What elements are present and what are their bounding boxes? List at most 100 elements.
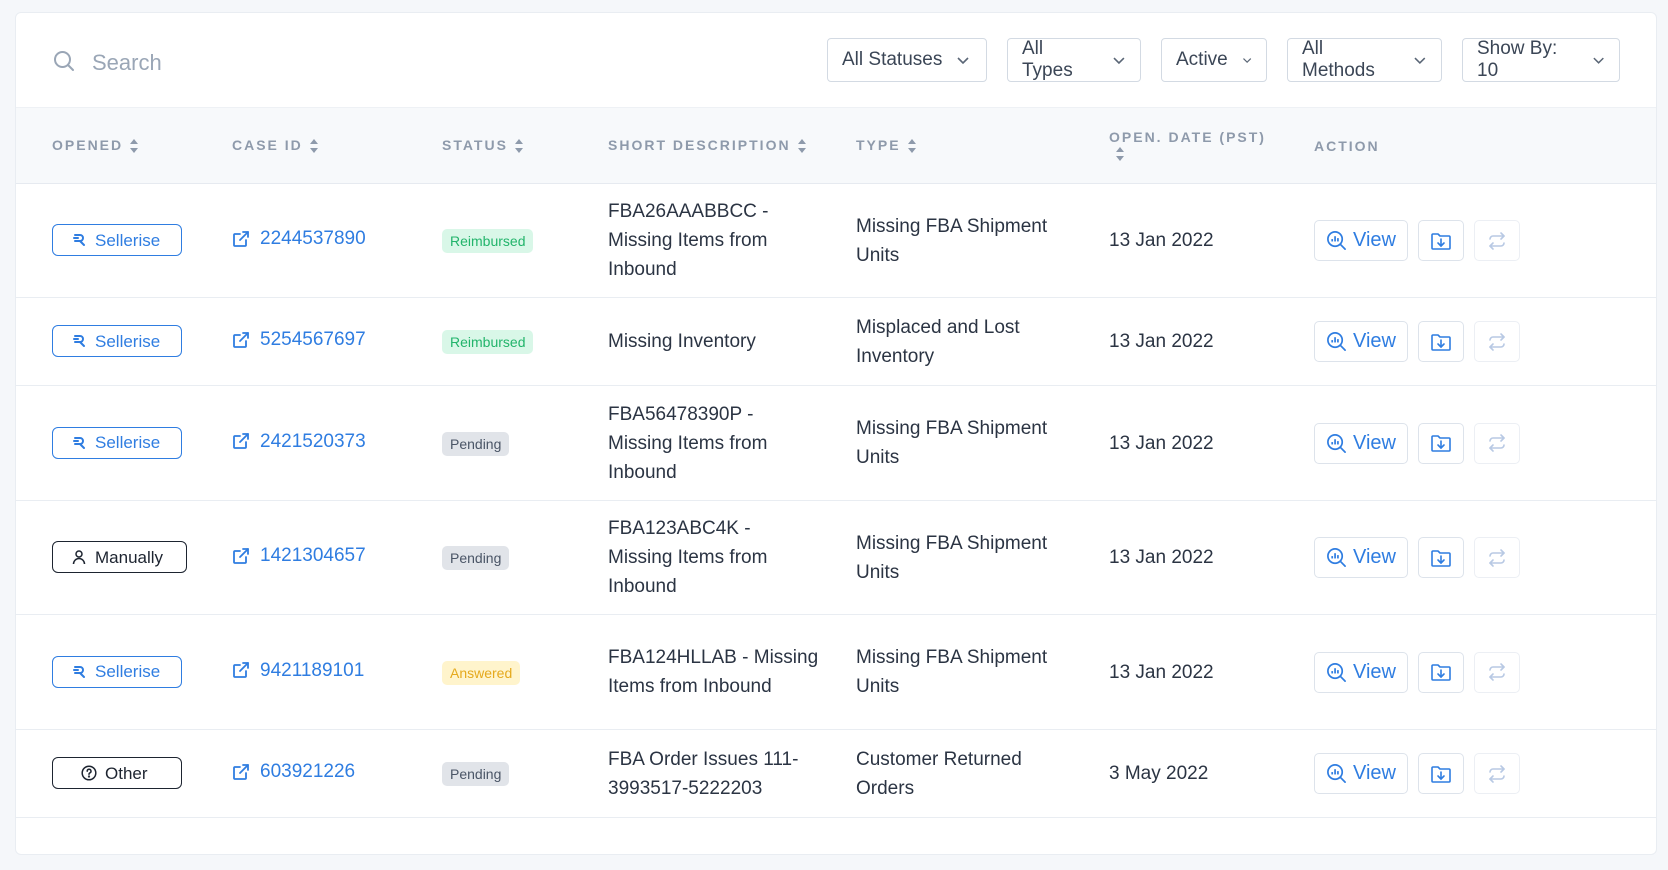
filter-bar: All Statuses All Types Active All Method… bbox=[827, 38, 1620, 82]
method-filter-dropdown[interactable]: All Methods bbox=[1287, 38, 1442, 82]
status-cell: Reimbursed bbox=[406, 184, 572, 298]
opened-method-pill[interactable]: Sellerise bbox=[52, 426, 182, 459]
refresh-icon bbox=[1489, 434, 1505, 452]
view-button-label: View bbox=[1353, 431, 1396, 454]
case-id-text: 1421304657 bbox=[260, 545, 366, 567]
chevron-down-icon bbox=[1414, 57, 1426, 65]
case-id-cell: 9421189101 bbox=[196, 615, 406, 730]
opened-method-pill[interactable]: Other bbox=[52, 757, 182, 789]
download-button[interactable] bbox=[1418, 753, 1464, 794]
case-id-text: 2421520373 bbox=[260, 430, 366, 452]
column-header-opened[interactable]: OPENED bbox=[16, 108, 196, 184]
status-badge: Reimbursed bbox=[442, 330, 534, 354]
download-button[interactable] bbox=[1418, 537, 1464, 578]
sort-icon bbox=[309, 139, 318, 154]
view-button[interactable]: View bbox=[1314, 220, 1408, 261]
status-filter-dropdown[interactable]: All Statuses bbox=[827, 38, 987, 82]
opened-method-pill[interactable]: Manually bbox=[52, 541, 187, 573]
case-id-cell: 2421520373 bbox=[196, 386, 406, 501]
opened-method-pill[interactable]: Sellerise bbox=[52, 655, 182, 688]
sort-icon bbox=[907, 139, 916, 154]
view-button[interactable]: View bbox=[1314, 537, 1408, 578]
description-cell: Missing Inventory bbox=[608, 331, 756, 352]
column-header-open-date[interactable]: OPEN. DATE (PST) bbox=[1073, 108, 1278, 184]
refresh-icon bbox=[1489, 332, 1505, 351]
action-cell: View bbox=[1278, 298, 1656, 386]
action-cell: View bbox=[1278, 184, 1656, 298]
opened-method-label: Sellerise bbox=[95, 331, 161, 351]
status-cell: Reimbursed bbox=[406, 298, 572, 386]
folder-download-icon bbox=[1431, 765, 1451, 783]
folder-download-icon bbox=[1431, 232, 1451, 250]
sync-button[interactable] bbox=[1474, 651, 1520, 693]
table-row: Other 603921226 Pending FBA Order Issues… bbox=[16, 730, 1656, 818]
opened-cell: Sellerise bbox=[16, 298, 196, 386]
cases-card: All Statuses All Types Active All Method… bbox=[15, 12, 1657, 855]
column-header-short-description[interactable]: SHORT DESCRIPTION bbox=[572, 108, 820, 184]
opened-method-pill[interactable]: Sellerise bbox=[52, 224, 182, 256]
case-id-link[interactable]: 2421520373 bbox=[232, 427, 366, 456]
view-button[interactable]: View bbox=[1314, 321, 1408, 362]
opened-cell: Other bbox=[16, 730, 196, 818]
sync-button[interactable] bbox=[1474, 220, 1520, 261]
search-box[interactable] bbox=[52, 43, 392, 83]
status-cell: Pending bbox=[406, 501, 572, 615]
analytics-search-icon bbox=[1327, 433, 1346, 453]
table-row: Manually 1421304657 Pending FBA123ABC4K … bbox=[16, 501, 1656, 615]
opened-method-label: Other bbox=[105, 763, 148, 783]
sync-button[interactable] bbox=[1474, 753, 1520, 794]
type-filter-dropdown[interactable]: All Types bbox=[1007, 38, 1141, 82]
analytics-search-icon bbox=[1327, 662, 1346, 682]
status-badge: Pending bbox=[442, 431, 510, 456]
download-button[interactable] bbox=[1418, 651, 1464, 693]
column-header-type[interactable]: TYPE bbox=[820, 108, 1073, 184]
external-link-icon bbox=[233, 662, 249, 679]
opened-method-pill[interactable]: Sellerise bbox=[52, 325, 182, 357]
type-filter-label: All Types bbox=[1022, 38, 1073, 81]
cases-table: OPENED CASE ID STATUS SHORT DESCRIPTION … bbox=[16, 107, 1656, 818]
sellerise-logo-icon bbox=[73, 234, 85, 246]
sync-button[interactable] bbox=[1474, 321, 1520, 362]
case-id-link[interactable]: 1421304657 bbox=[232, 541, 366, 570]
sync-button[interactable] bbox=[1474, 422, 1520, 464]
folder-download-icon bbox=[1431, 664, 1451, 681]
type-cell: Misplaced and Lost Inventory bbox=[856, 316, 1020, 367]
column-header-action: ACTION bbox=[1314, 137, 1380, 154]
folder-download-icon bbox=[1431, 549, 1451, 567]
case-id-link[interactable]: 603921226 bbox=[232, 757, 355, 786]
status-badge: Reimbursed bbox=[442, 229, 534, 253]
column-header-status[interactable]: STATUS bbox=[406, 108, 572, 184]
sort-icon bbox=[1116, 147, 1124, 162]
view-button[interactable]: View bbox=[1314, 422, 1408, 464]
active-filter-dropdown[interactable]: Active bbox=[1161, 38, 1267, 82]
refresh-icon bbox=[1489, 231, 1505, 250]
view-button[interactable]: View bbox=[1314, 753, 1408, 794]
case-id-link[interactable]: 5254567697 bbox=[232, 325, 366, 354]
chevron-down-icon bbox=[1113, 57, 1125, 65]
sync-button[interactable] bbox=[1474, 537, 1520, 578]
download-button[interactable] bbox=[1418, 321, 1464, 362]
status-cell: Pending bbox=[406, 730, 572, 818]
page-size-label: Show By: 10 bbox=[1477, 38, 1558, 81]
download-button[interactable] bbox=[1418, 422, 1464, 464]
page-size-dropdown[interactable]: Show By: 10 bbox=[1462, 38, 1620, 82]
opened-method-label: Manually bbox=[95, 547, 164, 567]
help-circle-icon bbox=[81, 765, 97, 781]
search-input[interactable] bbox=[92, 50, 392, 76]
case-id-cell: 5254567697 bbox=[196, 298, 406, 386]
chevron-down-icon bbox=[1242, 58, 1251, 64]
open-date-cell: 13 Jan 2022 bbox=[1109, 230, 1214, 251]
view-button[interactable]: View bbox=[1314, 651, 1408, 693]
column-header-case-id[interactable]: CASE ID bbox=[196, 108, 406, 184]
case-id-cell: 1421304657 bbox=[196, 501, 406, 615]
case-id-link[interactable]: 2244537890 bbox=[232, 224, 366, 253]
action-cell: View bbox=[1278, 615, 1656, 730]
table-row: Sellerise 2244537890 Reimbursed FBA26AAA… bbox=[16, 184, 1656, 298]
case-id-text: 603921226 bbox=[260, 761, 356, 783]
sort-icon bbox=[797, 139, 806, 154]
case-id-link[interactable]: 9421189101 bbox=[232, 656, 364, 685]
search-icon bbox=[52, 49, 76, 78]
sort-icon bbox=[130, 139, 139, 154]
sellerise-logo-icon bbox=[73, 436, 85, 449]
download-button[interactable] bbox=[1418, 220, 1464, 261]
